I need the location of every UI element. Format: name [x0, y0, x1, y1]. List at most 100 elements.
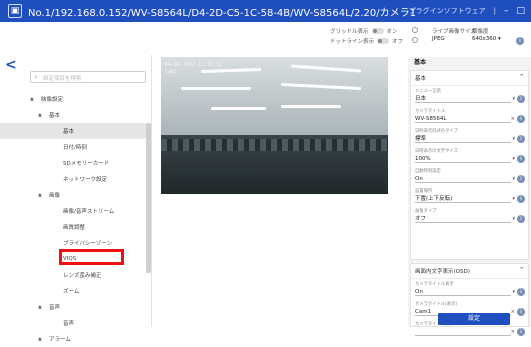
tree-item[interactable]: ▲ 音声: [0, 299, 146, 315]
expand-arrow-icon[interactable]: ▲: [38, 304, 44, 310]
setting-field-value[interactable]: 下置(上下反転): [415, 195, 511, 203]
setting-field[interactable]: 日時表示の文字サイズ 100% ▾ i: [411, 146, 528, 166]
window-title: No.1/192.168.0.152/WV-S8564L/D4-2D-C5-1C…: [28, 7, 417, 19]
resolution-info-icon[interactable]: i: [516, 37, 524, 45]
setting-field-value[interactable]: WV-S8564L: [415, 115, 511, 123]
setting-field-value[interactable]: 日本: [415, 95, 511, 103]
dropdown-arrow-icon[interactable]: ▾: [512, 176, 515, 182]
info-icon[interactable]: i: [517, 155, 525, 163]
maximize-icon[interactable]: □: [516, 6, 525, 16]
tree-item[interactable]: レンズ歪み補正: [0, 267, 146, 283]
clear-icon[interactable]: ×: [511, 116, 515, 122]
grid-help-icon[interactable]: [412, 27, 418, 33]
setting-field-value[interactable]: On: [415, 288, 511, 296]
live-image-size[interactable]: ライブ画像サイズ JPEG: [432, 27, 476, 42]
tree-item[interactable]: ▲ アラーム: [0, 331, 146, 347]
tree-item-label: 基本: [63, 129, 75, 135]
setting-field[interactable]: カメラタイトル WV-S8564L × i: [411, 106, 528, 126]
setting-field-value[interactable]: 100%: [415, 155, 511, 163]
plugin-software-link[interactable]: プラグインソフトウェア: [409, 6, 486, 16]
setting-field[interactable]: メニュー言語 日本 ▾ i: [411, 86, 528, 106]
tree-item[interactable]: 基本: [0, 123, 146, 139]
title-bar: ▣ No.1/192.168.0.152/WV-S8564L/D4-2D-C5-…: [0, 0, 531, 22]
tree-item[interactable]: ネットワーク設定: [0, 171, 146, 187]
tree-item[interactable]: SDメモリーカード: [0, 155, 146, 171]
setting-field[interactable]: 日時表示形式のタイプ 標準 ▾ i: [411, 126, 528, 146]
setting-field[interactable]: 自動時刻設定 On ▾ i: [411, 166, 528, 186]
tree-item-label: 画像/音声ストリーム: [63, 209, 115, 215]
setting-field-label: 画角タイプ: [415, 209, 437, 214]
tree-item[interactable]: 音声: [0, 315, 146, 331]
tree-item[interactable]: 画像/音声ストリーム: [0, 203, 146, 219]
title-bar-right: プラグインソフトウェア | – □: [409, 0, 525, 22]
back-arrow-icon[interactable]: <: [5, 57, 17, 73]
osd-fields: カメラタイトル表示 On ▾ i カメラタイトル(表示) Cam1 × i カメラタイトル表示 ×…: [411, 279, 528, 339]
setting-field[interactable]: 画角タイプ オフ ▾ i: [411, 206, 528, 226]
dotline-display-state: オフ: [392, 39, 404, 45]
resolution-label: 解像度: [472, 29, 489, 35]
settings-search-input[interactable]: ⌕ 設定項目を検索: [30, 71, 146, 83]
dotline-help-icon[interactable]: [412, 37, 418, 43]
basic-card-header[interactable]: 基本 ^: [411, 71, 528, 86]
grid-display-toggle[interactable]: [371, 28, 384, 34]
settings-navigation: < ⌕ 設定項目を検索 ▲ 映像設定 ▲ 基本基本日付/時刻 SDメモリーカード ネットワ…: [0, 55, 152, 343]
tree-item[interactable]: ▲ 映像設定: [0, 91, 146, 107]
tree-item[interactable]: 画質調整: [0, 219, 146, 235]
dropdown-arrow-icon[interactable]: ▾: [512, 96, 515, 102]
info-icon[interactable]: i: [517, 95, 525, 103]
tree-item-label: 音声: [49, 305, 61, 311]
setting-field-label: カメラタイトル表示: [415, 282, 454, 287]
osd-card-header[interactable]: 画面内文字表示(OSD) ^: [411, 264, 528, 279]
tree-item[interactable]: ▲ 基本: [0, 107, 146, 123]
dropdown-arrow-icon[interactable]: ▾: [512, 136, 515, 142]
info-icon[interactable]: i: [517, 175, 525, 183]
dropdown-arrow-icon[interactable]: ▾: [512, 196, 515, 202]
info-icon[interactable]: i: [517, 288, 525, 296]
setting-field[interactable]: 設置場所 下置(上下反転) ▾ i: [411, 186, 528, 206]
expand-arrow-icon[interactable]: ▲: [38, 192, 44, 198]
dropdown-arrow-icon[interactable]: ▾: [512, 216, 515, 222]
collapse-chevron-icon[interactable]: ^: [519, 267, 524, 275]
tree-item-label: 画像: [49, 193, 61, 199]
tree-scrollbar[interactable]: [146, 123, 151, 273]
setting-field-label: 自動時刻設定: [415, 169, 441, 174]
setting-field[interactable]: カメラタイトル表示 On ▾ i: [411, 279, 528, 299]
tree-item-label: プライバシーゾーン: [63, 241, 113, 247]
settings-panel-title: 基本: [414, 59, 427, 66]
expand-arrow-icon[interactable]: ▲: [38, 112, 44, 118]
setting-field-value[interactable]: オフ: [415, 215, 511, 223]
info-icon[interactable]: i: [517, 328, 525, 336]
search-icon: ⌕: [34, 73, 38, 81]
info-icon[interactable]: i: [517, 308, 525, 316]
collapse-chevron-icon[interactable]: ^: [519, 74, 524, 82]
dotline-display-toggle[interactable]: [377, 38, 390, 44]
video-ceiling-light: [281, 105, 341, 108]
tree-item[interactable]: 日付/時刻: [0, 139, 146, 155]
tree-item[interactable]: ズーム: [0, 283, 146, 299]
expand-arrow-icon[interactable]: ▲: [30, 96, 36, 102]
info-icon[interactable]: i: [517, 135, 525, 143]
minimize-icon[interactable]: –: [504, 6, 509, 16]
video-ceiling-light: [211, 107, 266, 110]
info-icon[interactable]: i: [517, 115, 525, 123]
info-icon[interactable]: i: [517, 195, 525, 203]
tree-item-label: 音声: [63, 321, 75, 327]
setting-field-value[interactable]: 標準: [415, 135, 511, 143]
resolution-select[interactable]: 解像度 640x360 ▾: [472, 27, 501, 42]
clear-icon[interactable]: ×: [511, 309, 515, 315]
apply-settings-button[interactable]: 設定: [438, 313, 510, 325]
live-video-view[interactable]: 04-04-2022 13:16:31 Cam1: [161, 57, 388, 194]
video-timestamp: 04-04-2022 13:16:31: [165, 62, 223, 68]
live-image-size-value: JPEG: [432, 36, 445, 42]
tree-item[interactable]: ▲ 画像: [0, 187, 146, 203]
setting-field-value[interactable]: On: [415, 175, 511, 183]
setting-field-value[interactable]: [415, 328, 511, 336]
info-icon[interactable]: i: [517, 215, 525, 223]
video-ceiling-light: [181, 87, 251, 90]
grid-display-label: グリッドル表示: [330, 29, 369, 35]
expand-arrow-icon[interactable]: ▲: [38, 336, 44, 342]
dropdown-arrow-icon[interactable]: ▾: [512, 289, 515, 295]
dropdown-arrow-icon[interactable]: ▾: [512, 156, 515, 162]
clear-icon[interactable]: ×: [511, 329, 515, 335]
grid-display-option: グリッドル表示 オン: [330, 27, 398, 35]
